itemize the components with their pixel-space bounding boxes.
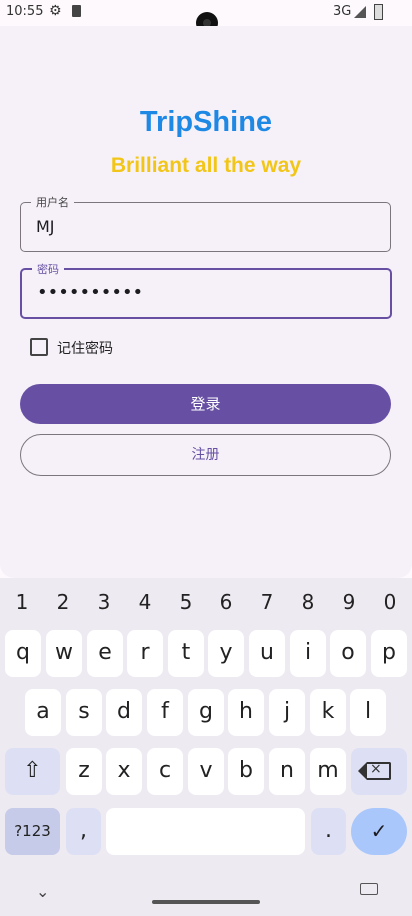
key-j[interactable]: j <box>269 689 305 736</box>
shift-icon: ⇧ <box>23 758 42 783</box>
chevron-down-icon[interactable]: ⌄ <box>36 882 49 901</box>
enter-key[interactable]: ✓ <box>351 808 407 855</box>
status-time: 10:55 <box>6 4 44 19</box>
remember-password-label[interactable]: 记住密码 <box>57 338 113 358</box>
key-e[interactable]: e <box>87 630 123 677</box>
app-title: TripShine <box>139 106 273 138</box>
key-n[interactable]: n <box>269 748 305 795</box>
check-icon: ✓ <box>370 819 388 843</box>
username-label: 用户名 <box>31 194 74 210</box>
app-slogan: Brilliant all the way <box>110 154 302 177</box>
login-button[interactable]: 登录 <box>20 384 391 424</box>
key-o[interactable]: o <box>330 630 366 677</box>
key-u[interactable]: u <box>249 630 285 677</box>
username-field[interactable]: 用户名 MJ <box>20 194 391 252</box>
soft-keyboard: 1 2 3 4 5 6 7 8 9 0 q w e r t y u i o p … <box>0 578 412 916</box>
key-c[interactable]: c <box>147 748 183 795</box>
key-f[interactable]: f <box>147 689 183 736</box>
signal-icon <box>354 6 366 18</box>
key-2[interactable]: 2 <box>43 590 83 614</box>
symbols-key[interactable]: ?123 <box>5 808 60 855</box>
key-r[interactable]: r <box>127 630 163 677</box>
key-t[interactable]: t <box>168 630 204 677</box>
network-type: 3G <box>333 4 352 19</box>
backspace-key[interactable] <box>351 748 407 795</box>
key-4[interactable]: 4 <box>125 590 165 614</box>
key-w[interactable]: w <box>46 630 82 677</box>
key-m[interactable]: m <box>310 748 346 795</box>
username-value: MJ <box>36 217 55 236</box>
battery-icon <box>374 4 383 20</box>
key-y[interactable]: y <box>208 630 244 677</box>
sd-card-icon <box>72 5 81 17</box>
key-3[interactable]: 3 <box>84 590 124 614</box>
key-b[interactable]: b <box>228 748 264 795</box>
key-9[interactable]: 9 <box>329 590 369 614</box>
key-5[interactable]: 5 <box>166 590 206 614</box>
home-indicator[interactable] <box>152 900 260 904</box>
gear-icon: ⚙ <box>49 3 62 19</box>
key-k[interactable]: k <box>310 689 346 736</box>
key-d[interactable]: d <box>106 689 142 736</box>
register-button[interactable]: 注册 <box>20 434 391 476</box>
key-i[interactable]: i <box>290 630 326 677</box>
key-s[interactable]: s <box>66 689 102 736</box>
key-0[interactable]: 0 <box>370 590 410 614</box>
keyboard-switch-icon[interactable] <box>360 883 378 895</box>
login-screen: TripShine Brilliant all the way 用户名 MJ 密… <box>0 26 412 578</box>
key-a[interactable]: a <box>25 689 61 736</box>
key-6[interactable]: 6 <box>206 590 246 614</box>
period-key[interactable]: . <box>311 808 346 855</box>
key-z[interactable]: z <box>66 748 102 795</box>
backspace-icon <box>358 759 391 780</box>
password-value: •••••••••• <box>37 282 144 303</box>
space-key[interactable] <box>106 808 305 855</box>
remember-password-checkbox[interactable] <box>30 338 48 356</box>
password-label: 密码 <box>32 261 64 277</box>
key-1[interactable]: 1 <box>2 590 42 614</box>
number-row: 1 2 3 4 5 6 7 8 9 0 <box>0 590 412 614</box>
key-q[interactable]: q <box>5 630 41 677</box>
key-g[interactable]: g <box>188 689 224 736</box>
key-l[interactable]: l <box>350 689 386 736</box>
key-v[interactable]: v <box>188 748 224 795</box>
password-field[interactable]: 密码 •••••••••• <box>20 261 392 319</box>
key-p[interactable]: p <box>371 630 407 677</box>
comma-key[interactable]: , <box>66 808 101 855</box>
key-h[interactable]: h <box>228 689 264 736</box>
shift-key[interactable]: ⇧ <box>5 748 60 795</box>
key-x[interactable]: x <box>106 748 142 795</box>
key-8[interactable]: 8 <box>288 590 328 614</box>
key-7[interactable]: 7 <box>247 590 287 614</box>
